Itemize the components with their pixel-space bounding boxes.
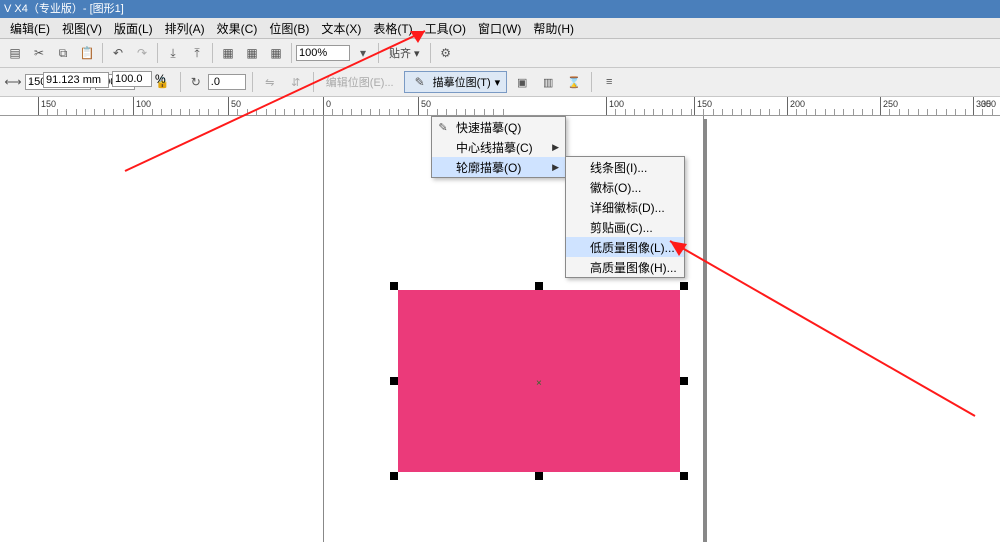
logo-item[interactable]: 徽标(O)... bbox=[566, 177, 684, 197]
copy-icon[interactable]: ⧉ bbox=[52, 42, 74, 64]
quick-trace-item[interactable]: ✎ 快速描摹(Q) bbox=[432, 117, 565, 137]
handle-right[interactable] bbox=[680, 377, 688, 385]
canvas[interactable]: × ✎ 快速描摹(Q) 中心线描摹(C) ▶ 轮廓描摹(O) ▶ 线条图(I).… bbox=[0, 116, 1000, 542]
mirror-h-icon[interactable]: ⇋ bbox=[259, 71, 281, 93]
menu-help[interactable]: 帮助(H) bbox=[527, 18, 580, 39]
app-btn-3-icon[interactable]: ▦ bbox=[265, 42, 287, 64]
mirror-v-icon[interactable]: ⇵ bbox=[285, 71, 307, 93]
handle-left[interactable] bbox=[390, 377, 398, 385]
horizontal-ruler: 350 15010050050100150200250300 bbox=[0, 97, 1000, 116]
menu-effects[interactable]: 效果(C) bbox=[211, 18, 264, 39]
wrap-text-icon[interactable]: ≡ bbox=[598, 71, 620, 93]
handle-top-left[interactable] bbox=[390, 282, 398, 290]
trace-bitmap-button[interactable]: ✎ 描摹位图(T) ▾ bbox=[404, 71, 508, 93]
page-shadow bbox=[704, 119, 707, 542]
clipart-item[interactable]: 剪贴画(C)... bbox=[566, 217, 684, 237]
standard-toolbar: ▤ ✂ ⧉ 📋 ↶ ↷ ⤓ ⤒ ▦ ▦ ▦ ▾ 贴齐 ▾ ⚙ bbox=[0, 39, 1000, 68]
submenu-arrow-icon: ▶ bbox=[552, 162, 559, 173]
handle-bottom-left[interactable] bbox=[390, 472, 398, 480]
outline-trace-label: 轮廓描摹(O) bbox=[456, 159, 521, 176]
menu-bar: 编辑(E) 视图(V) 版面(L) 排列(A) 效果(C) 位图(B) 文本(X… bbox=[0, 18, 1000, 39]
outline-trace-item[interactable]: 轮廓描摹(O) ▶ bbox=[432, 157, 565, 177]
scale-y-field: % bbox=[112, 71, 166, 87]
width-icon: ⟷ bbox=[4, 73, 22, 91]
submenu-arrow-icon: ▶ bbox=[552, 142, 559, 153]
handle-top-right[interactable] bbox=[680, 282, 688, 290]
height-field: ↕ bbox=[22, 71, 109, 89]
snap-button[interactable]: 贴齐 ▾ bbox=[383, 43, 426, 63]
percent-label-2: % bbox=[155, 72, 166, 86]
undo-icon[interactable]: ↶ bbox=[107, 42, 129, 64]
handle-bottom[interactable] bbox=[535, 472, 543, 480]
trace-icon: ✎ bbox=[411, 73, 429, 91]
paste-icon[interactable]: 📋 bbox=[76, 42, 98, 64]
new-icon[interactable]: ▤ bbox=[4, 42, 26, 64]
menu-tools[interactable]: 工具(O) bbox=[419, 18, 472, 39]
menu-text[interactable]: 文本(X) bbox=[315, 18, 367, 39]
import-icon[interactable]: ⤓ bbox=[162, 42, 184, 64]
options-icon[interactable]: ⚙ bbox=[435, 42, 457, 64]
lineart-item[interactable]: 线条图(I)... bbox=[566, 157, 684, 177]
centerline-trace-label: 中心线描摹(C) bbox=[456, 139, 533, 156]
trace-bitmap-label: 描摹位图(T) bbox=[433, 74, 491, 90]
low-quality-image-item[interactable]: 低质量图像(L)... bbox=[566, 237, 684, 257]
quick-trace-icon: ✎ bbox=[436, 120, 450, 134]
menu-layout[interactable]: 版面(L) bbox=[108, 18, 159, 39]
resample-icon[interactable]: ▥ bbox=[537, 71, 559, 93]
height-icon: ↕ bbox=[22, 71, 40, 89]
handle-top[interactable] bbox=[535, 282, 543, 290]
crop-icon[interactable]: ▣ bbox=[511, 71, 533, 93]
selected-bitmap[interactable]: × bbox=[390, 282, 688, 480]
redo-icon[interactable]: ↷ bbox=[131, 42, 153, 64]
rotation-input[interactable] bbox=[208, 74, 246, 90]
outline-trace-submenu: 线条图(I)... 徽标(O)... 详细徽标(D)... 剪贴画(C)... … bbox=[565, 156, 685, 278]
center-marker: × bbox=[536, 378, 542, 389]
menu-bitmap[interactable]: 位图(B) bbox=[263, 18, 315, 39]
chevron-down-icon: ▾ bbox=[495, 76, 501, 89]
menu-edit[interactable]: 编辑(E) bbox=[4, 18, 56, 39]
menu-window[interactable]: 窗口(W) bbox=[472, 18, 527, 39]
scale-y-input[interactable] bbox=[112, 71, 152, 87]
menu-view[interactable]: 视图(V) bbox=[56, 18, 108, 39]
trace-dropdown: ✎ 快速描摹(Q) 中心线描摹(C) ▶ 轮廓描摹(O) ▶ bbox=[431, 116, 566, 178]
app-btn-1-icon[interactable]: ▦ bbox=[217, 42, 239, 64]
height-input[interactable] bbox=[43, 72, 109, 88]
export-icon[interactable]: ⤒ bbox=[186, 42, 208, 64]
handle-bottom-right[interactable] bbox=[680, 472, 688, 480]
quick-trace-label: 快速描摹(Q) bbox=[456, 119, 521, 136]
zoom-input[interactable] bbox=[296, 45, 350, 61]
rotate-icon: ↻ bbox=[187, 73, 205, 91]
hourglass-icon[interactable]: ⌛ bbox=[563, 71, 585, 93]
cut-icon[interactable]: ✂ bbox=[28, 42, 50, 64]
app-btn-2-icon[interactable]: ▦ bbox=[241, 42, 263, 64]
edit-bitmap-button[interactable]: 编辑位图(E)... bbox=[320, 72, 400, 92]
rotation-field: ↻ bbox=[187, 73, 246, 91]
high-quality-image-item[interactable]: 高质量图像(H)... bbox=[566, 257, 684, 277]
title-bar: V X4（专业版）- [图形1] bbox=[0, 0, 1000, 18]
zoom-dropdown-icon[interactable]: ▾ bbox=[352, 42, 374, 64]
detailed-logo-item[interactable]: 详细徽标(D)... bbox=[566, 197, 684, 217]
menu-table[interactable]: 表格(T) bbox=[367, 18, 418, 39]
menu-arrange[interactable]: 排列(A) bbox=[159, 18, 211, 39]
centerline-trace-item[interactable]: 中心线描摹(C) ▶ bbox=[432, 137, 565, 157]
page-left-edge bbox=[323, 116, 324, 542]
